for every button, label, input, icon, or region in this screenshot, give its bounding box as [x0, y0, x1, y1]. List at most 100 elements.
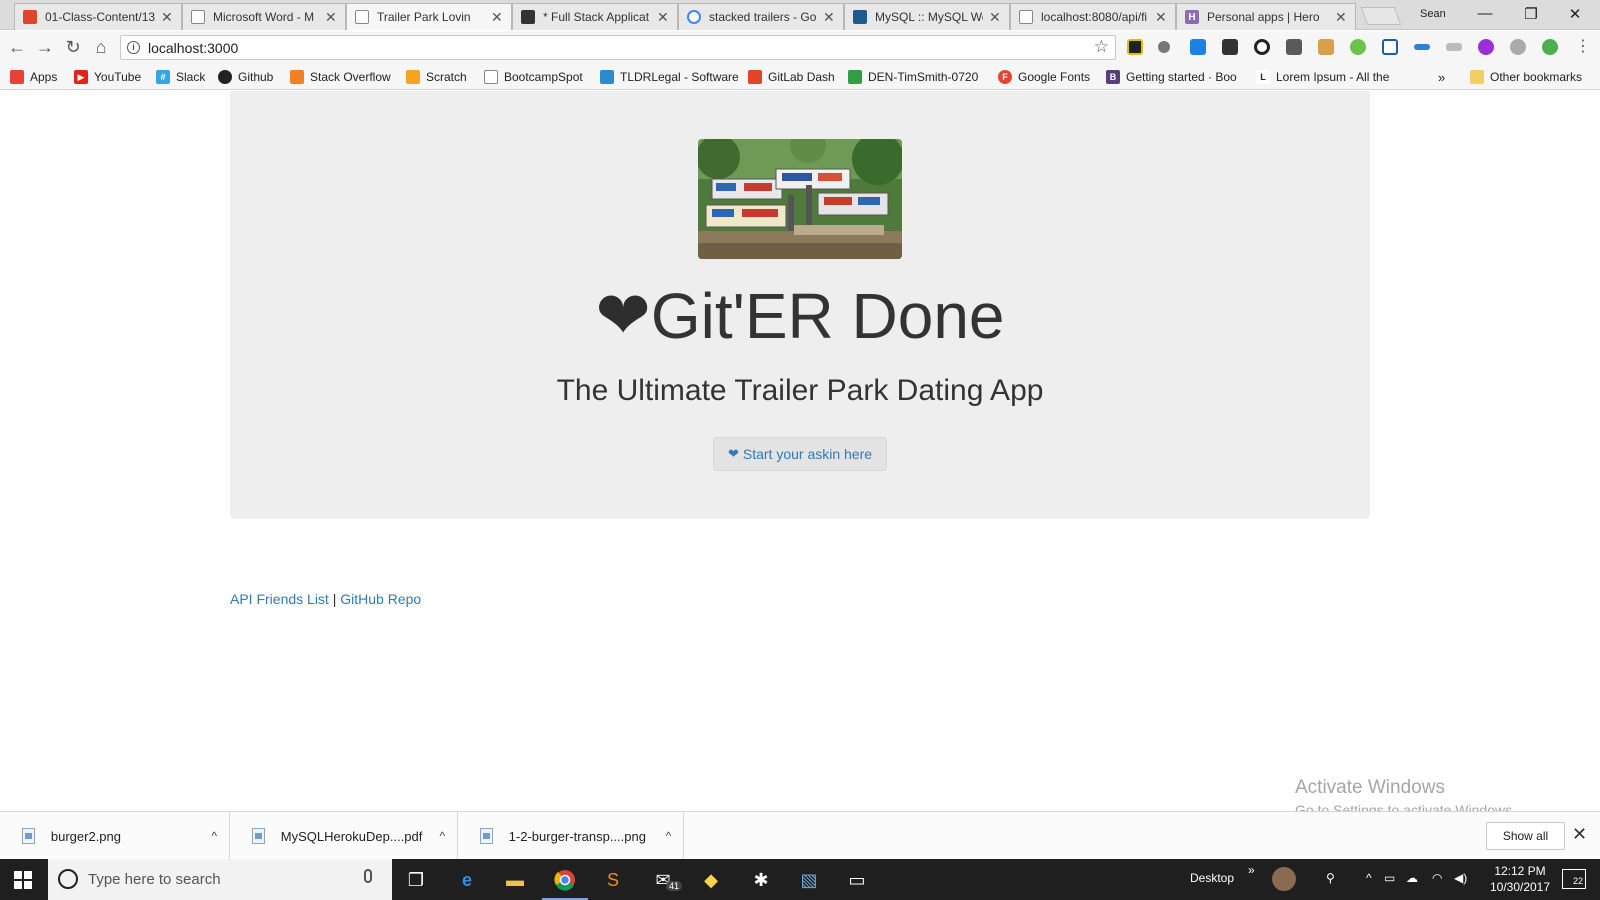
- onedrive-icon[interactable]: ☁: [1406, 871, 1418, 885]
- hero-subtitle: The Ultimate Trailer Park Dating App: [556, 374, 1044, 407]
- people-icon[interactable]: ⚲: [1326, 871, 1335, 885]
- tab-class-content[interactable]: 01-Class-Content/13 ✕: [14, 3, 182, 30]
- gitkraken-icon[interactable]: ◆: [696, 865, 726, 895]
- tab-trailer-park-lovin[interactable]: Trailer Park Lovin ✕: [346, 3, 512, 30]
- skype-icon[interactable]: [1190, 39, 1206, 55]
- chevron-up-icon[interactable]: ^: [199, 829, 229, 843]
- edge-icon[interactable]: e: [452, 865, 482, 895]
- action-center-icon[interactable]: 22: [1562, 869, 1586, 889]
- download-item[interactable]: MySQLHerokuDep....pdf ^: [230, 812, 458, 860]
- tab-stacked-trailers-google[interactable]: stacked trailers - Go ✕: [678, 3, 844, 30]
- bookmark-den-timsmith[interactable]: DEN-TimSmith-0720: [848, 70, 982, 84]
- extension-icon[interactable]: [1350, 39, 1366, 55]
- bookmark-scratch[interactable]: Scratch: [406, 70, 467, 84]
- volume-icon[interactable]: ◀): [1454, 871, 1467, 885]
- mysql-workbench-icon[interactable]: ▧: [794, 865, 824, 895]
- cortana-icon: [58, 869, 78, 889]
- extension-icon[interactable]: [1318, 39, 1334, 55]
- bookmark-bootstrap[interactable]: B Getting started · Boo: [1106, 70, 1242, 84]
- close-icon[interactable]: ✕: [989, 9, 1001, 26]
- task-view-icon[interactable]: ❐: [401, 865, 431, 895]
- close-icon[interactable]: ✕: [1335, 9, 1347, 26]
- extension-icon[interactable]: [1127, 39, 1143, 55]
- close-icon[interactable]: ✕: [325, 9, 337, 26]
- desktop-chevron-icon[interactable]: »: [1248, 863, 1255, 877]
- bookmark-github[interactable]: Github: [218, 70, 273, 84]
- close-window-icon[interactable]: ✕: [1560, 5, 1590, 23]
- download-item[interactable]: burger2.png ^: [0, 812, 230, 860]
- close-icon[interactable]: ✕: [491, 9, 503, 26]
- windows-start-icon[interactable]: [14, 871, 32, 889]
- close-icon[interactable]: ✕: [657, 9, 669, 26]
- extension-icon[interactable]: [1542, 39, 1558, 55]
- taskbar-search[interactable]: Type here to search: [48, 859, 392, 900]
- mail-icon[interactable]: ✉ 41: [648, 865, 683, 895]
- download-shelf: burger2.png ^ MySQLHerokuDep....pdf ^ 1-…: [0, 811, 1600, 860]
- wifi-icon[interactable]: ◠: [1432, 871, 1442, 885]
- chevron-up-icon[interactable]: ^: [428, 829, 457, 843]
- eyedropper-icon[interactable]: [1286, 39, 1302, 55]
- extension-icon[interactable]: [1510, 39, 1526, 55]
- close-icon[interactable]: ✕: [1155, 9, 1167, 26]
- extension-icon[interactable]: [1222, 39, 1238, 55]
- tab-heroku-personal-apps[interactable]: H Personal apps | Hero ✕: [1176, 3, 1356, 30]
- tab-localhost-api[interactable]: localhost:8080/api/fi ✕: [1010, 3, 1176, 30]
- terminal-icon[interactable]: ▭: [842, 865, 872, 895]
- menu-icon[interactable]: ⋮: [1572, 36, 1594, 58]
- forward-icon[interactable]: →: [34, 36, 56, 58]
- bookmark-gitlab-dash[interactable]: GitLab Dash: [748, 70, 835, 84]
- bookmark-slack[interactable]: # Slack: [156, 70, 205, 84]
- battery-icon[interactable]: ▭: [1384, 871, 1395, 885]
- lightbulb-icon[interactable]: [1158, 41, 1170, 53]
- bookmark-youtube[interactable]: ▶ YouTube: [74, 70, 141, 84]
- start-askin-button[interactable]: ❤ Start your askin here: [713, 437, 887, 471]
- file-explorer-icon[interactable]: ▬: [500, 865, 530, 895]
- reload-icon[interactable]: ↻: [62, 36, 84, 58]
- microphone-icon[interactable]: [364, 869, 372, 883]
- profile-name[interactable]: Sean: [1420, 8, 1446, 20]
- chevron-up-icon[interactable]: ^: [654, 829, 683, 843]
- new-tab-button[interactable]: [1360, 7, 1402, 25]
- screenshot-icon[interactable]: [1382, 39, 1398, 55]
- bookmark-bootcampspot[interactable]: BootcampSpot: [484, 70, 583, 84]
- desktop-toolbar-label[interactable]: Desktop: [1190, 871, 1234, 885]
- tab-microsoft-word[interactable]: Microsoft Word - M ✕: [182, 3, 346, 30]
- slack-icon[interactable]: ✱: [746, 865, 776, 895]
- bookmark-lorem-ipsum[interactable]: L Lorem Ipsum - All the: [1256, 70, 1398, 84]
- sync-icon[interactable]: [1254, 39, 1270, 55]
- close-shelf-icon[interactable]: ✕: [1572, 824, 1587, 845]
- bookmark-star-icon[interactable]: ☆: [1094, 37, 1109, 57]
- extension-icon[interactable]: [1478, 39, 1494, 55]
- download-item[interactable]: 1-2-burger-transp....png ^: [458, 812, 684, 860]
- show-all-downloads-button[interactable]: Show all: [1486, 822, 1565, 850]
- show-hidden-icons-chevron-icon[interactable]: ^: [1366, 871, 1372, 885]
- bookmarks-overflow-chevron-icon[interactable]: »: [1438, 70, 1445, 85]
- close-icon[interactable]: ✕: [161, 9, 173, 26]
- restore-icon[interactable]: ❐: [1516, 5, 1546, 23]
- other-bookmarks[interactable]: Other bookmarks: [1470, 70, 1582, 84]
- bookmark-apps[interactable]: Apps: [10, 70, 57, 84]
- api-friends-list-link[interactable]: API Friends List: [230, 591, 329, 607]
- download-filename: MySQLHerokuDep....pdf: [280, 828, 423, 844]
- sublime-text-icon[interactable]: S: [598, 865, 628, 895]
- back-icon[interactable]: ←: [6, 36, 28, 58]
- chrome-icon[interactable]: [542, 865, 588, 900]
- github-repo-link[interactable]: GitHub Repo: [340, 591, 421, 607]
- tab-mysql-workbench[interactable]: MySQL :: MySQL Wo ✕: [844, 3, 1010, 30]
- tab-full-stack-application[interactable]: * Full Stack Applicat ✕: [512, 3, 678, 30]
- bookmark-google-fonts[interactable]: F Google Fonts: [998, 70, 1090, 84]
- tab-label: Trailer Park Lovin: [377, 10, 471, 24]
- close-icon[interactable]: ✕: [823, 9, 835, 26]
- home-icon[interactable]: ⌂: [90, 36, 112, 58]
- site-info-icon[interactable]: i: [127, 41, 140, 54]
- bookmark-tldrlegal[interactable]: TLDRLegal - Software: [600, 70, 738, 84]
- minimize-icon[interactable]: —: [1470, 5, 1500, 22]
- system-clock[interactable]: 12:12 PM 10/30/2017: [1480, 863, 1560, 895]
- address-bar[interactable]: i localhost:3000 ☆: [120, 35, 1116, 60]
- bookmark-stack-overflow[interactable]: Stack Overflow: [290, 70, 391, 84]
- json-icon[interactable]: [1446, 43, 1462, 51]
- address-url[interactable]: localhost:3000: [148, 40, 238, 56]
- arrows-icon[interactable]: [1414, 44, 1430, 50]
- jumbotron: ❤Git'ER Done The Ultimate Trailer Park D…: [230, 91, 1370, 519]
- user-avatar[interactable]: [1272, 867, 1296, 891]
